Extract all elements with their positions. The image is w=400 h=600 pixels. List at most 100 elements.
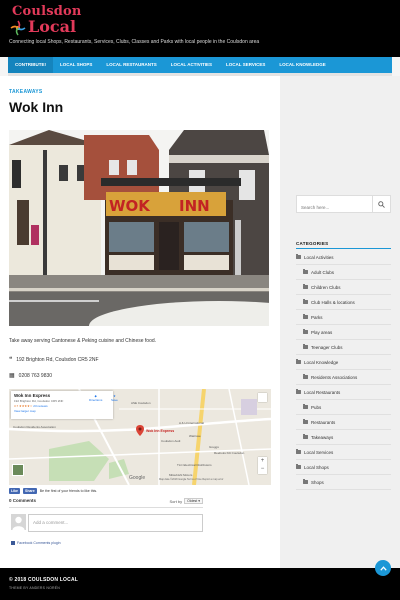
phone-line: ▦ 0208 763 9830 — [9, 372, 53, 380]
category-label: Shops — [311, 479, 324, 485]
fb-like-button[interactable]: Like — [9, 488, 21, 494]
folder-icon — [303, 419, 308, 424]
category-label: Adult Clubs — [311, 269, 335, 275]
folder-icon — [296, 389, 301, 394]
map-label: A & H International — [179, 421, 205, 425]
map-fullscreen-button[interactable] — [258, 393, 267, 402]
map-zoom-controls[interactable]: + − — [258, 457, 267, 474]
logo-text-bottom: Local — [28, 17, 77, 36]
fb-comments-plugin-link[interactable]: Facebook Comments plugin — [11, 541, 61, 545]
category-item[interactable]: Local Services — [296, 445, 391, 460]
search-button[interactable] — [372, 196, 390, 212]
nav-item-local-restaurants[interactable]: LOCAL RESTAURANTS — [99, 57, 163, 73]
map-label: ASE Coulsdon — [131, 401, 151, 405]
shopfront-photo: WOK INN — [9, 130, 269, 326]
category-item[interactable]: Shops — [296, 475, 391, 490]
category-label: Takeaways — [311, 434, 334, 440]
category-item[interactable]: Local Activities — [296, 250, 391, 265]
folder-icon — [303, 314, 308, 319]
category-label: Children Clubs — [311, 284, 341, 290]
folder-icon — [303, 479, 308, 484]
embedded-map[interactable]: Wok Inn Express 192 Brighton Rd, Coulsdo… — [9, 389, 271, 485]
phone-text: 0208 763 9830 — [18, 372, 53, 379]
site-tagline: Connecting local Shops, Restaurants, Ser… — [9, 39, 260, 45]
address-text: 192 Brighton Rd, Coulsdon CR5 2NF — [16, 356, 99, 363]
folder-icon — [303, 299, 308, 304]
post-category-link[interactable]: TAKEAWAYS — [9, 89, 43, 95]
comments-header: 0 Comments Sort by Oldest ▾ — [9, 498, 203, 508]
category-label: Local Services — [304, 449, 334, 455]
category-item[interactable]: Takeaways — [296, 430, 391, 445]
category-item[interactable]: Play areas — [296, 325, 391, 340]
categories-title: CATEGORIES — [296, 241, 329, 246]
map-label: Greggs — [209, 445, 219, 449]
quote-icon: ❝ — [9, 357, 13, 363]
comment-input[interactable]: Add a comment... — [28, 514, 203, 532]
search-input[interactable] — [297, 199, 369, 216]
folder-icon — [296, 254, 301, 259]
map-place-rating: 3.7 ★★★★☆ 23 reviews — [14, 404, 48, 408]
fb-share-button[interactable]: Share — [23, 488, 37, 494]
sort-select[interactable]: Oldest ▾ — [184, 498, 203, 504]
category-label: Local Restaurants — [304, 389, 341, 395]
calendar-icon: ▦ — [9, 373, 15, 379]
nav-item-contribute[interactable]: CONTRIBUTE! — [8, 57, 53, 73]
category-item[interactable]: Children Clubs — [296, 280, 391, 295]
search-icon — [378, 200, 385, 208]
category-item[interactable]: Pubs — [296, 400, 391, 415]
map-label: Coulsdon Audi — [161, 439, 181, 443]
map-label: Coulsdon Residents Association — [13, 425, 56, 429]
map-pin-icon[interactable] — [136, 425, 144, 436]
folder-icon — [303, 434, 308, 439]
sidebar: CATEGORIES Local Activities Adult Clubs Ch… — [280, 76, 400, 568]
map-larger-link[interactable]: View larger map — [14, 409, 110, 413]
address-line: ❝ 192 Brighton Rd, Coulsdon CR5 2NF — [9, 356, 99, 364]
category-item[interactable]: Local Knowledge — [296, 355, 391, 370]
site-logo[interactable]: Coulsdon Local — [9, 4, 83, 38]
folder-icon — [296, 449, 301, 454]
facebook-icon — [11, 541, 15, 545]
map-label: Reeboks Kilt Coulsdon — [214, 451, 245, 455]
nav-item-local-services[interactable]: LOCAL SERVICES — [219, 57, 272, 73]
categories-title-underline — [296, 248, 391, 249]
category-label: Restaurants — [311, 419, 336, 425]
main-content: TAKEAWAYS Wok Inn WOK INN Take away serv… — [0, 76, 280, 568]
map-attribution: Map data ©2018 Google Terms of Use Repor… — [159, 478, 224, 481]
map-label: Waitrose — [189, 434, 201, 438]
main-nav: CONTRIBUTE! LOCAL SHOPS LOCAL RESTAURANT… — [8, 57, 392, 73]
fb-like-text: Be the first of your friends to like thi… — [39, 489, 98, 493]
category-label: Local Shops — [304, 464, 329, 470]
logo-swirl-icon — [10, 20, 26, 36]
category-label: Parks — [311, 314, 323, 320]
folder-icon — [296, 359, 301, 364]
map-pin-label: Wok Inn Express — [146, 429, 175, 433]
footer-copyright: © 2018 COULSDON LOCAL — [9, 577, 79, 583]
category-item[interactable]: Local Shops — [296, 460, 391, 475]
category-item[interactable]: Club Halls & locations — [296, 295, 391, 310]
nav-item-local-knowledge[interactable]: LOCAL KNOWLEDGE — [272, 57, 332, 73]
category-label: Teenager Clubs — [311, 344, 343, 350]
category-item[interactable]: Adult Clubs — [296, 265, 391, 280]
footer-theme-credit[interactable]: THEME BY ANDERS NORÉN — [9, 586, 60, 590]
map-directions-button[interactable]: ◆ Directions — [89, 394, 102, 402]
site-footer: © 2018 COULSDON LOCAL THEME BY ANDERS NO… — [0, 568, 400, 600]
category-item[interactable]: Teenager Clubs — [296, 340, 391, 355]
folder-icon — [303, 374, 308, 379]
category-label: Club Halls & locations — [311, 299, 355, 305]
back-to-top-button[interactable] — [375, 560, 391, 576]
category-label: Local Knowledge — [304, 359, 339, 365]
category-item[interactable]: Parks — [296, 310, 391, 325]
category-item[interactable]: Restaurants — [296, 415, 391, 430]
nav-item-local-shops[interactable]: LOCAL SHOPS — [53, 57, 99, 73]
comments-count: 0 Comments — [9, 498, 37, 503]
map-save-button[interactable]: ★ Save — [111, 394, 118, 402]
folder-icon — [303, 284, 308, 289]
categories-list: Local Activities Adult Clubs Children Club… — [296, 250, 391, 490]
search-form — [296, 195, 391, 216]
category-label: Residents Associations — [311, 374, 358, 380]
category-item[interactable]: Residents Associations — [296, 370, 391, 385]
category-label: Pubs — [311, 404, 322, 410]
category-item[interactable]: Local Restaurants — [296, 385, 391, 400]
nav-item-local-activities[interactable]: LOCAL ACTIVITIES — [164, 57, 219, 73]
map-satellite-toggle[interactable] — [12, 464, 24, 476]
